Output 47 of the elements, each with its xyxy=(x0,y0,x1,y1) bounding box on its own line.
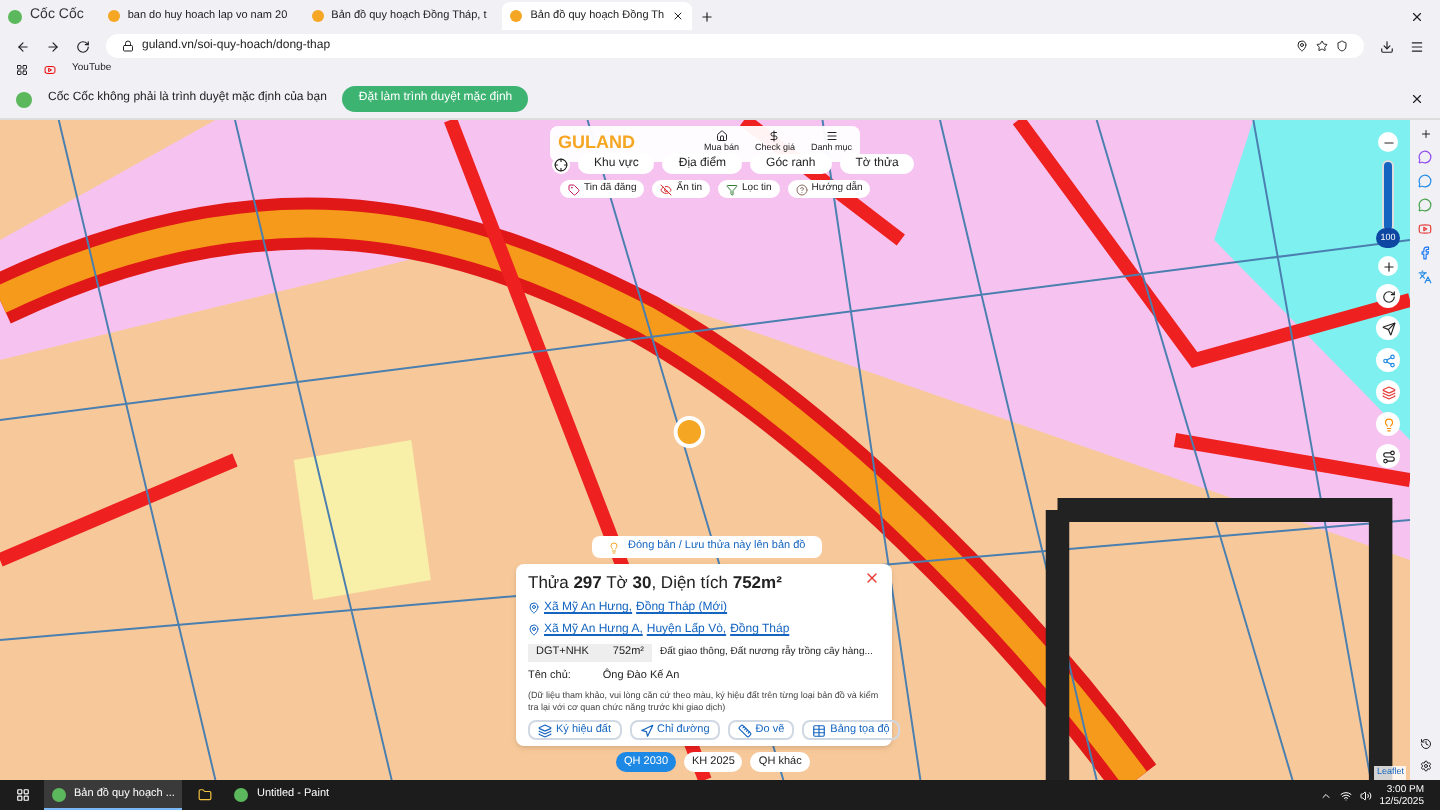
volume-icon[interactable] xyxy=(1359,789,1372,801)
download-icon[interactable] xyxy=(1380,39,1394,53)
close-icon[interactable] xyxy=(1410,92,1424,106)
facebook-icon[interactable] xyxy=(1418,246,1432,260)
house-icon xyxy=(715,130,728,143)
lock-icon xyxy=(122,40,134,52)
help-icon xyxy=(795,183,808,195)
translate-icon[interactable] xyxy=(1418,270,1432,284)
chevron-up-icon[interactable] xyxy=(1319,789,1332,801)
back-icon[interactable] xyxy=(16,39,30,53)
star-icon[interactable] xyxy=(1316,40,1328,52)
app-icon xyxy=(234,787,249,801)
location-pin-icon xyxy=(528,624,540,637)
location-pin-icon[interactable] xyxy=(1296,40,1308,52)
parcel-title: Thửa 297 Tờ 30, Diện tích 752m² xyxy=(528,570,784,596)
navigation-icon xyxy=(639,723,654,737)
filter-icon xyxy=(726,183,739,195)
location-pin-icon xyxy=(528,602,540,615)
browser-logo-icon xyxy=(16,91,32,107)
lightbulb-icon xyxy=(608,541,620,553)
favicon-icon xyxy=(510,10,523,22)
apps-icon[interactable] xyxy=(16,64,28,76)
favicon-icon xyxy=(311,10,324,22)
new-tab-icon[interactable] xyxy=(700,9,715,23)
site-logo: GULAND xyxy=(558,130,637,156)
video-icon xyxy=(44,64,56,76)
shield-icon[interactable] xyxy=(1336,40,1348,52)
app-icon xyxy=(52,787,66,801)
forward-icon[interactable] xyxy=(46,39,60,53)
add-icon[interactable] xyxy=(1419,128,1431,140)
dollar-icon xyxy=(768,130,781,143)
video-icon[interactable] xyxy=(1418,222,1432,236)
network-icon[interactable] xyxy=(1339,789,1352,801)
reload-icon[interactable] xyxy=(76,39,90,53)
menu-icon xyxy=(825,130,838,143)
menu-icon[interactable] xyxy=(1410,39,1424,53)
table-icon xyxy=(812,723,827,737)
settings-icon[interactable] xyxy=(1419,760,1431,772)
ruler-icon xyxy=(737,723,752,737)
plus-icon xyxy=(1381,259,1395,273)
eye-off-icon xyxy=(660,183,673,195)
close-icon[interactable] xyxy=(672,10,685,22)
history-icon[interactable] xyxy=(1419,738,1431,750)
close-icon[interactable] xyxy=(1410,9,1424,23)
favicon-icon xyxy=(107,10,120,22)
layers-icon xyxy=(538,723,552,737)
tag-icon xyxy=(568,183,580,195)
